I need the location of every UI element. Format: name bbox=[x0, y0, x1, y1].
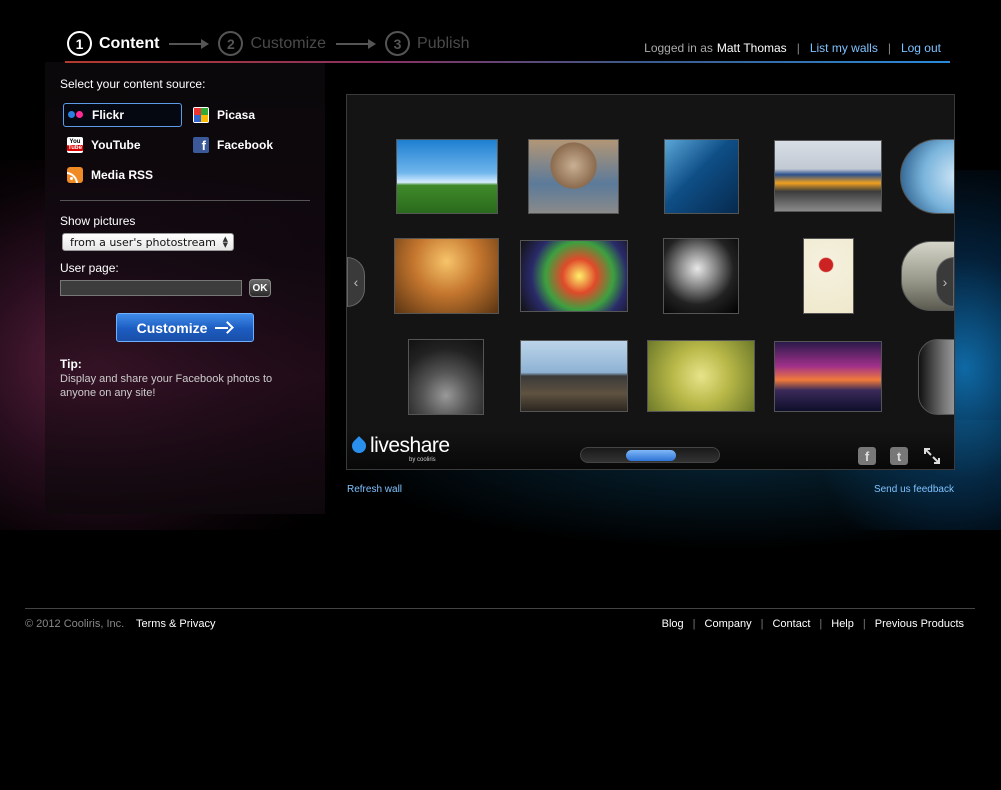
source-label: Facebook bbox=[217, 138, 274, 152]
fullscreen-expand-icon[interactable] bbox=[923, 447, 941, 465]
step-label: Publish bbox=[417, 34, 470, 52]
photo-thumbnail[interactable] bbox=[774, 341, 882, 412]
photo-thumbnail[interactable] bbox=[918, 339, 954, 415]
photo-thumbnail[interactable] bbox=[647, 340, 755, 412]
wall-scrollbar[interactable] bbox=[580, 447, 720, 463]
liveshare-drop-icon bbox=[351, 435, 367, 457]
photo-thumbnail[interactable] bbox=[520, 240, 628, 312]
content-source-heading: Select your content source: bbox=[60, 77, 206, 91]
footer-divider bbox=[25, 608, 975, 609]
source-media-rss[interactable]: Media RSS bbox=[63, 163, 182, 187]
tip-title: Tip: bbox=[60, 357, 82, 371]
step-arrow-icon bbox=[169, 38, 210, 50]
logo-subtitle: by cooliris bbox=[409, 457, 436, 463]
select-value: from a user's photostream bbox=[70, 235, 216, 249]
source-label: YouTube bbox=[91, 138, 141, 152]
footer-link-help[interactable]: Help bbox=[831, 618, 854, 630]
logo-text: liveshare bbox=[370, 434, 450, 457]
user-page-label: User page: bbox=[60, 261, 119, 275]
source-label: Flickr bbox=[92, 108, 125, 122]
log-out-link[interactable]: Log out bbox=[901, 41, 941, 55]
user-bar: Logged in as Matt Thomas | List my walls… bbox=[644, 41, 941, 55]
customize-label: Customize bbox=[136, 319, 208, 336]
photo-thumbnail[interactable] bbox=[408, 339, 484, 415]
facebook-share-icon[interactable]: f bbox=[858, 447, 876, 465]
tip-text: Display and share your Facebook photos t… bbox=[60, 373, 273, 399]
customize-button[interactable]: Customize bbox=[116, 313, 254, 342]
photo-thumbnail[interactable] bbox=[663, 238, 739, 314]
step-content[interactable]: 1 Content bbox=[67, 31, 159, 56]
copyright-text: © 2012 Cooliris, Inc. bbox=[25, 618, 125, 630]
step-customize[interactable]: 2 Customize bbox=[218, 31, 326, 56]
wizard-steps: 1 Content 2 Customize 3 Publish bbox=[67, 30, 470, 57]
photo-thumbnail[interactable] bbox=[803, 238, 854, 314]
refresh-wall-link[interactable]: Refresh wall bbox=[347, 484, 402, 495]
source-facebook[interactable]: f Facebook bbox=[189, 133, 299, 157]
source-flickr[interactable]: Flickr bbox=[63, 103, 182, 127]
photo-thumbnail[interactable] bbox=[394, 238, 499, 314]
step-number: 1 bbox=[67, 31, 92, 56]
arrow-right-icon bbox=[215, 322, 233, 334]
photo-thumbnail[interactable] bbox=[664, 139, 739, 214]
source-label: Picasa bbox=[217, 108, 256, 122]
step-number: 2 bbox=[218, 31, 244, 56]
ok-button[interactable]: OK bbox=[249, 279, 271, 297]
photo-thumbnail[interactable] bbox=[520, 340, 628, 412]
picasa-icon bbox=[193, 107, 209, 123]
liveshare-logo: liveshare by cooliris bbox=[351, 434, 450, 463]
footer-link-company[interactable]: Company bbox=[705, 618, 752, 630]
footer-link-contact[interactable]: Contact bbox=[772, 618, 810, 630]
show-pictures-select[interactable]: from a user's photostream ▲ ▼ bbox=[62, 233, 234, 251]
user-name: Matt Thomas bbox=[716, 41, 787, 55]
photo-thumbnail[interactable] bbox=[396, 139, 498, 214]
step-label: Content bbox=[99, 34, 160, 52]
source-youtube[interactable]: You Tube YouTube bbox=[63, 133, 182, 157]
wall-previous-button[interactable]: ‹ bbox=[347, 257, 365, 307]
photo-thumbnail[interactable] bbox=[774, 140, 882, 212]
sidebar-divider bbox=[60, 200, 310, 201]
footer-link-blog[interactable]: Blog bbox=[662, 618, 684, 630]
step-publish[interactable]: 3 Publish bbox=[385, 31, 470, 56]
source-label: Media RSS bbox=[91, 168, 154, 182]
terms-privacy-link[interactable]: Terms & Privacy bbox=[136, 618, 215, 630]
list-my-walls-link[interactable]: List my walls bbox=[810, 41, 878, 55]
show-pictures-label: Show pictures bbox=[60, 214, 136, 228]
flickr-icon bbox=[68, 107, 84, 123]
chevron-left-icon: ‹ bbox=[353, 274, 359, 290]
step-arrow-icon bbox=[336, 38, 377, 50]
wall-scroll-thumb[interactable] bbox=[626, 450, 676, 461]
facebook-icon: f bbox=[193, 137, 209, 153]
photo-thumbnail[interactable] bbox=[900, 139, 954, 214]
send-feedback-link[interactable]: Send us feedback bbox=[874, 484, 954, 495]
chevron-right-icon: › bbox=[942, 274, 948, 290]
user-page-input[interactable] bbox=[60, 280, 242, 296]
source-picasa[interactable]: Picasa bbox=[189, 103, 299, 127]
select-arrows-icon: ▲ ▼ bbox=[222, 235, 228, 249]
logged-in-label: Logged in as bbox=[644, 41, 713, 55]
wall-next-button[interactable]: › bbox=[936, 257, 954, 307]
youtube-icon: You Tube bbox=[67, 137, 83, 153]
photo-thumbnail[interactable] bbox=[528, 139, 619, 214]
footer-link-previous-products[interactable]: Previous Products bbox=[875, 618, 964, 630]
rss-icon bbox=[67, 167, 83, 183]
header-divider bbox=[65, 61, 950, 63]
step-label: Customize bbox=[250, 34, 327, 52]
photo-wall[interactable]: ‹ › liveshare by cooliris f t bbox=[346, 94, 955, 470]
footer-links: Blog | Company | Contact | Help | Previo… bbox=[661, 618, 964, 630]
step-number: 3 bbox=[385, 31, 411, 56]
twitter-share-icon[interactable]: t bbox=[890, 447, 908, 465]
